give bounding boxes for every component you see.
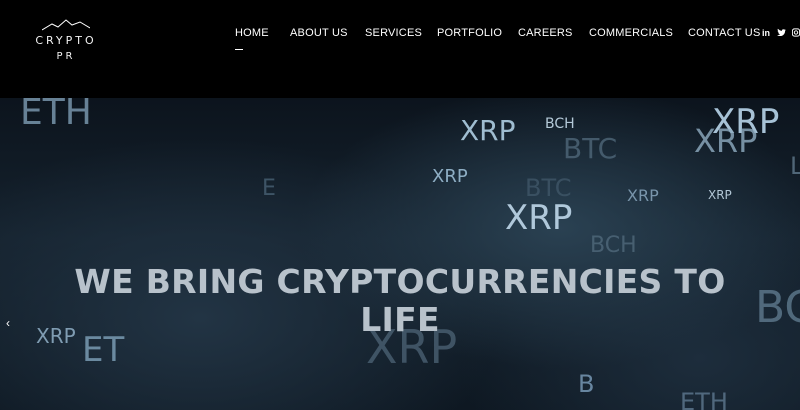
hero-title-line2: LIFE xyxy=(360,300,440,339)
bg-word: BCH xyxy=(590,233,637,258)
nav-about-us[interactable]: ABOUT US xyxy=(290,27,348,39)
bg-word: B xyxy=(578,370,595,398)
nav-commercials[interactable]: COMMERCIALS xyxy=(589,27,673,39)
nav-contact-us[interactable]: CONTACT US xyxy=(688,27,761,39)
bg-word: BCH xyxy=(545,116,575,132)
nav-home[interactable]: HOME xyxy=(235,27,269,39)
hero-title-line1: WE BRING CRYPTOCURRENCIES TO xyxy=(74,262,726,301)
logo-text-line1: CRYPTO xyxy=(35,34,97,47)
instagram-icon[interactable] xyxy=(791,28,800,39)
bg-word: XRP xyxy=(708,188,732,202)
nav-portfolio[interactable]: PORTFOLIO xyxy=(437,27,502,39)
bg-word: XRP xyxy=(694,122,758,160)
bg-word: BTC xyxy=(563,132,618,165)
hero-banner: ETH XRP BTC XRP XRP BCH BTC XRP XRP XRP … xyxy=(0,98,800,410)
bg-word: E xyxy=(262,176,276,201)
slider-prev-arrow[interactable]: ‹ xyxy=(6,316,10,330)
nav-services[interactable]: SERVICES xyxy=(365,27,422,39)
bg-word: XRP xyxy=(627,186,659,205)
nav-active-indicator xyxy=(235,49,243,50)
hero-title: WE BRING CRYPTOCURRENCIES TO LIFE xyxy=(0,263,800,339)
bg-word: ETH xyxy=(20,98,92,133)
chart-line-icon xyxy=(42,19,90,31)
linkedin-icon[interactable]: in xyxy=(762,28,770,38)
site-header: CRYPTO PR HOME ABOUT US SERVICES PORTFOL… xyxy=(0,0,800,98)
bg-word: XRP xyxy=(460,114,516,147)
logo-text-line2: PR xyxy=(56,51,76,62)
twitter-icon[interactable] xyxy=(777,28,786,39)
logo[interactable]: CRYPTO PR xyxy=(28,18,104,68)
nav-careers[interactable]: CAREERS xyxy=(518,27,573,39)
bg-word: XRP xyxy=(432,166,468,187)
bg-word: L xyxy=(790,152,800,180)
bg-word: ETH xyxy=(680,388,728,410)
bg-word: XRP xyxy=(505,198,573,238)
